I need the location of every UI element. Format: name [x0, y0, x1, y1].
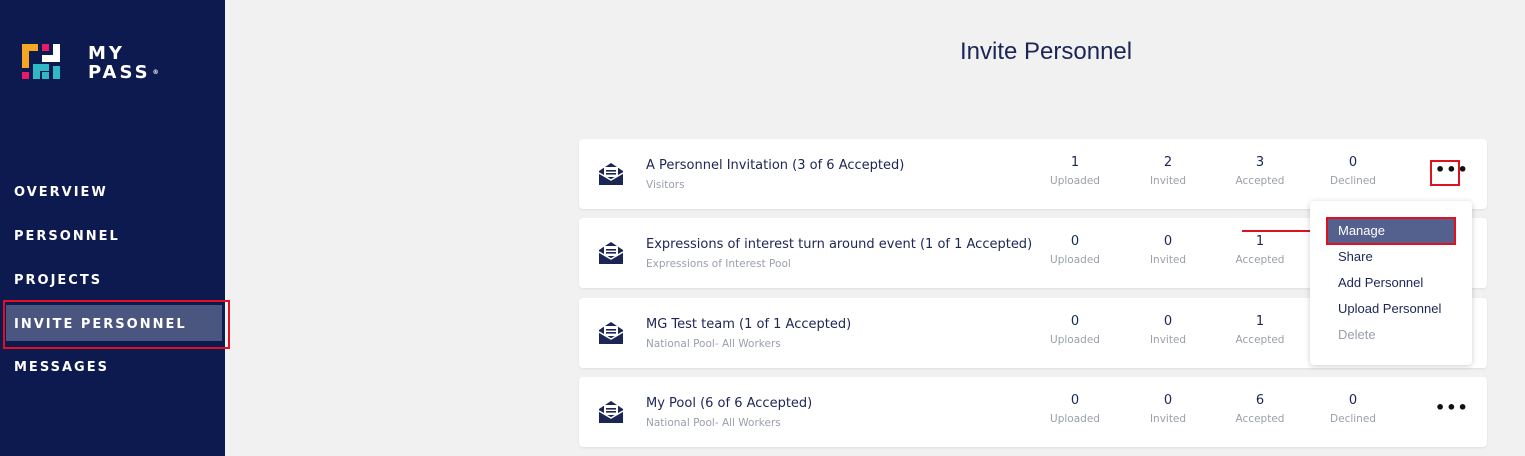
- stat-uploaded: 0 Uploaded: [1035, 392, 1115, 428]
- nav-highlight-outline: [3, 300, 230, 349]
- stat-invited: 2 Invited: [1128, 154, 1208, 190]
- stat-value: 0: [1348, 155, 1358, 170]
- brand-line2: PASS: [88, 62, 151, 83]
- stat-label: Uploaded: [1050, 175, 1100, 187]
- nav-item-personnel[interactable]: PERSONNEL: [14, 229, 120, 244]
- invitation-pool: National Pool- All Workers: [646, 338, 781, 350]
- envelope-open-icon: [598, 322, 624, 344]
- stat-accepted: 3 Accepted: [1220, 154, 1300, 190]
- stat-label: Invited: [1149, 175, 1187, 187]
- invitation-pool: Visitors: [646, 179, 685, 191]
- more-options-icon[interactable]: •••: [1435, 399, 1468, 423]
- menu-item-add-personnel[interactable]: Add Personnel: [1338, 275, 1423, 290]
- stat-label: Uploaded: [1050, 334, 1100, 346]
- stat-label: Uploaded: [1050, 413, 1100, 425]
- invitation-name: MG Test team (1 of 1 Accepted): [646, 317, 852, 332]
- nav-item-overview[interactable]: OVERVIEW: [14, 185, 108, 200]
- invitation-name: My Pool (6 of 6 Accepted): [646, 396, 813, 411]
- stat-value: 6: [1255, 393, 1265, 408]
- stat-invited: 0 Invited: [1128, 233, 1208, 269]
- envelope-open-icon: [598, 163, 624, 185]
- stat-value: 0: [1163, 393, 1173, 408]
- stat-value: 0: [1163, 314, 1173, 329]
- stat-label: Invited: [1149, 413, 1187, 425]
- stat-declined: 0 Declined: [1313, 154, 1393, 190]
- invitation-name: A Personnel Invitation (3 of 6 Accepted): [646, 158, 905, 173]
- stat-value: 0: [1348, 393, 1358, 408]
- stat-accepted: 1 Accepted: [1220, 233, 1300, 269]
- stat-label: Accepted: [1235, 413, 1285, 425]
- stat-value: 0: [1070, 234, 1080, 249]
- stat-label: Declined: [1330, 175, 1376, 187]
- stat-label: Accepted: [1235, 254, 1285, 266]
- stat-label: Accepted: [1235, 334, 1285, 346]
- stat-label: Accepted: [1235, 175, 1285, 187]
- stat-value: 1: [1255, 314, 1265, 329]
- stat-uploaded: 0 Uploaded: [1035, 233, 1115, 269]
- stat-invited: 0 Invited: [1128, 392, 1208, 428]
- stat-label: Invited: [1149, 334, 1187, 346]
- invitation-name: Expressions of interest turn around even…: [646, 237, 1033, 252]
- stat-value: 0: [1163, 234, 1173, 249]
- stat-value: 2: [1163, 155, 1173, 170]
- stat-label: Declined: [1330, 413, 1376, 425]
- stat-value: 0: [1070, 393, 1080, 408]
- page-title: Invite Personnel: [960, 38, 1133, 65]
- stat-label: Uploaded: [1050, 254, 1100, 266]
- invitation-card[interactable]: A Personnel Invitation (3 of 6 Accepted)…: [579, 139, 1487, 209]
- stat-value: 0: [1070, 314, 1080, 329]
- stat-value: 1: [1070, 155, 1080, 170]
- mypass-logo[interactable]: MY PASS ®: [22, 44, 182, 89]
- envelope-open-icon: [598, 242, 624, 264]
- stat-accepted: 6 Accepted: [1220, 392, 1300, 428]
- sidebar: MY PASS ® OVERVIEW PERSONNEL PROJECTS INV…: [0, 0, 225, 456]
- nav-item-projects[interactable]: PROJECTS: [14, 273, 102, 288]
- stat-declined: 0 Declined: [1313, 392, 1393, 428]
- envelope-open-icon: [598, 401, 624, 423]
- menu-item-upload-personnel[interactable]: Upload Personnel: [1338, 301, 1441, 316]
- invitation-card[interactable]: My Pool (6 of 6 Accepted) National Pool-…: [579, 377, 1487, 447]
- menu-item-share[interactable]: Share: [1338, 249, 1373, 264]
- stat-value: 3: [1255, 155, 1265, 170]
- manage-highlight-outline: [1326, 217, 1456, 245]
- stat-uploaded: 0 Uploaded: [1035, 313, 1115, 349]
- brand-name: MY PASS ®: [88, 44, 159, 82]
- more-options-highlight-outline: [1430, 160, 1460, 186]
- menu-item-delete[interactable]: Delete: [1338, 327, 1376, 342]
- trademark-mark: ®: [152, 69, 159, 76]
- mypass-logo-mark: [22, 44, 60, 79]
- stat-label: Invited: [1149, 254, 1187, 266]
- invitation-pool: Expressions of Interest Pool: [646, 258, 791, 270]
- stat-invited: 0 Invited: [1128, 313, 1208, 349]
- invitation-pool: National Pool- All Workers: [646, 417, 781, 429]
- nav-item-messages[interactable]: MESSAGES: [14, 360, 109, 375]
- stat-accepted: 1 Accepted: [1220, 313, 1300, 349]
- brand-line1: MY: [88, 43, 125, 64]
- stat-uploaded: 1 Uploaded: [1035, 154, 1115, 190]
